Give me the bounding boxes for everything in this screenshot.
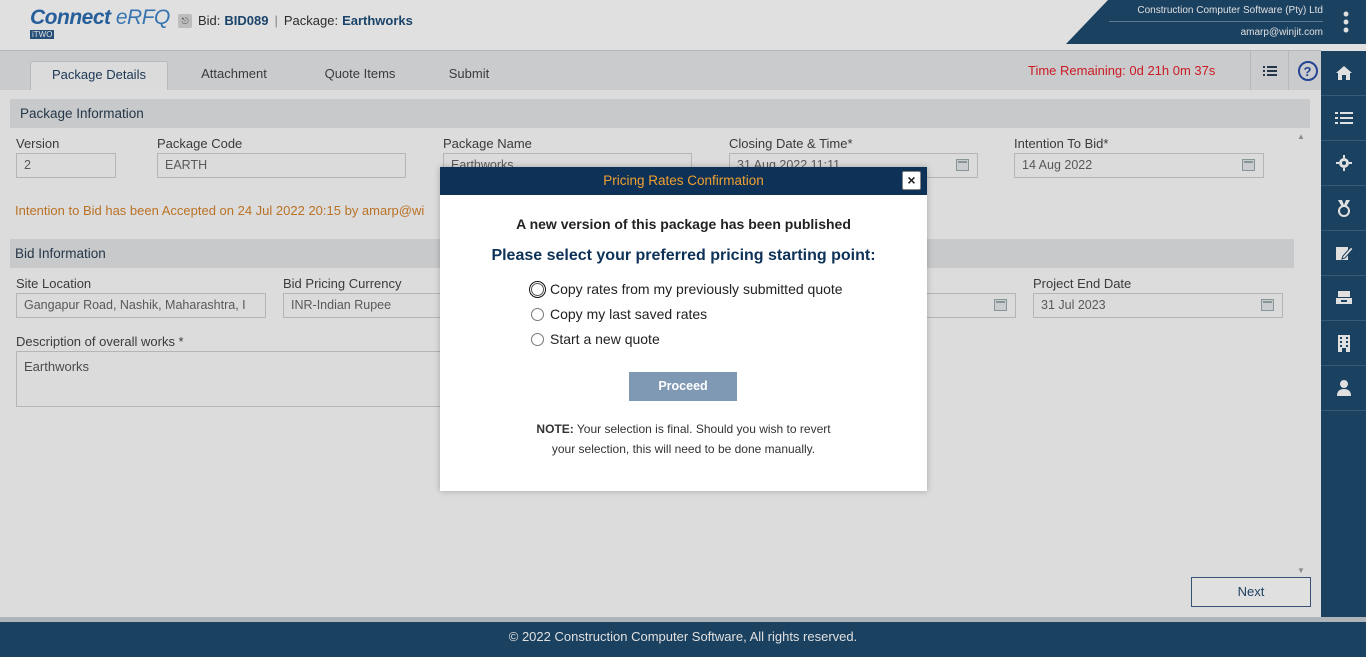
- note-text-1: Your selection is final. Should you wish…: [573, 422, 831, 436]
- option-new-quote[interactable]: Start a new quote: [531, 331, 660, 347]
- option-copy-submitted[interactable]: Copy rates from my previously submitted …: [529, 280, 843, 298]
- note-label: NOTE:: [536, 422, 574, 436]
- radio-copy-submitted[interactable]: [529, 280, 546, 298]
- radio-copy-saved[interactable]: [531, 307, 544, 321]
- dialog-title: Pricing Rates Confirmation: [603, 173, 764, 188]
- close-icon[interactable]: ×: [902, 171, 921, 190]
- dialog-header: Pricing Rates Confirmation ×: [440, 167, 927, 195]
- note-text-2: your selection, this will need to be don…: [551, 442, 816, 456]
- option-copy-saved[interactable]: Copy my last saved rates: [531, 306, 707, 322]
- option-label: Copy my last saved rates: [550, 306, 708, 322]
- option-label: Copy rates from my previously submitted …: [550, 281, 843, 297]
- dialog-note: NOTE: Your selection is final. Should yo…: [440, 419, 927, 459]
- option-label: Start a new quote: [550, 331, 660, 347]
- proceed-button[interactable]: Proceed: [629, 372, 737, 401]
- radio-new-quote[interactable]: [531, 332, 544, 346]
- pricing-rates-dialog: Pricing Rates Confirmation × A new versi…: [440, 167, 927, 491]
- dialog-subtitle: A new version of this package has been p…: [516, 216, 851, 232]
- dialog-question: Please select your preferred pricing sta…: [491, 247, 876, 264]
